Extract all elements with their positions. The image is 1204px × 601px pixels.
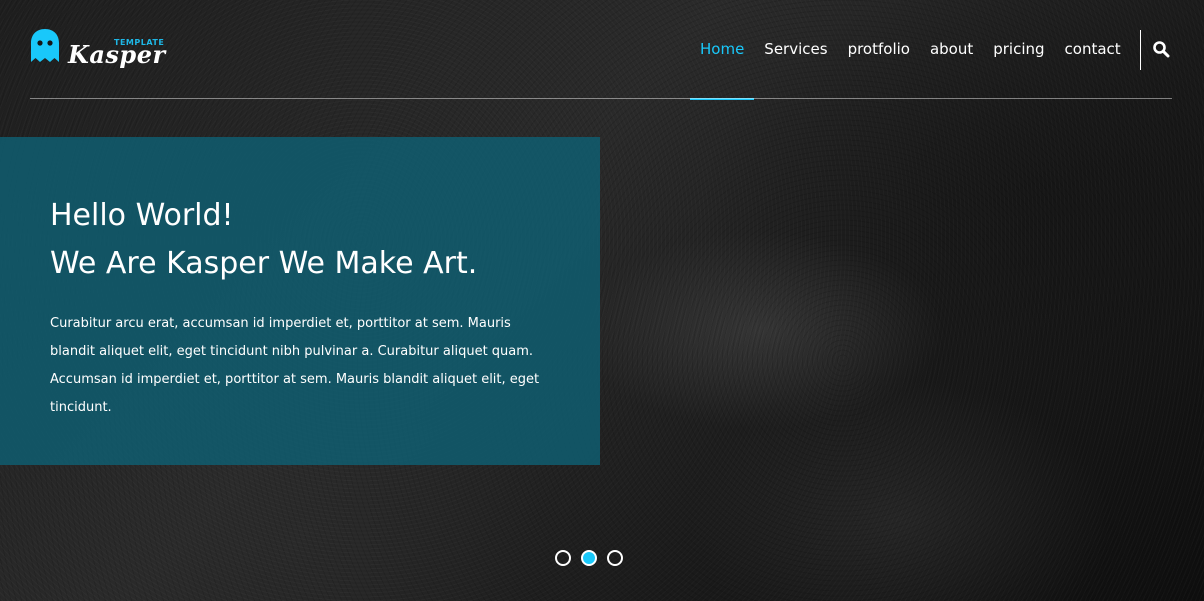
logo[interactable]: TEMPLATE Kasper — [30, 28, 165, 72]
nav-services[interactable]: Services — [754, 0, 837, 99]
nav-contact[interactable]: contact — [1055, 0, 1131, 99]
header-divider — [30, 98, 1172, 99]
ghost-icon — [31, 29, 59, 62]
site-header: TEMPLATE Kasper Home Services protfolio … — [30, 0, 1172, 100]
slider-bullet-3[interactable] — [607, 550, 623, 566]
hero-content-panel: Hello World! We Are Kasper We Make Art. … — [0, 137, 600, 465]
nav-pricing[interactable]: pricing — [983, 0, 1054, 99]
hero-title-line-2: We Are Kasper We Make Art. — [50, 246, 478, 281]
hero-paragraph: Curabitur arcu erat, accumsan id imperdi… — [50, 316, 540, 415]
hero-background: TEMPLATE Kasper Home Services protfolio … — [0, 0, 1204, 601]
logo-wordmark: Kasper — [68, 40, 166, 69]
nav-about[interactable]: about — [920, 0, 983, 99]
slider-bullets — [555, 550, 635, 570]
nav-home[interactable]: Home — [690, 0, 755, 100]
hero-title: Hello World! We Are Kasper We Make Art. — [50, 192, 550, 288]
main-nav: Home Services protfolio about pricing co… — [690, 0, 1131, 100]
hero-title-line-1: Hello World! — [50, 198, 234, 233]
search-divider — [1140, 30, 1141, 70]
slider-bullet-1[interactable] — [555, 550, 571, 566]
search-icon[interactable] — [1152, 40, 1170, 58]
slider-bullet-2[interactable] — [581, 550, 597, 566]
nav-portfolio[interactable]: protfolio — [838, 0, 920, 99]
